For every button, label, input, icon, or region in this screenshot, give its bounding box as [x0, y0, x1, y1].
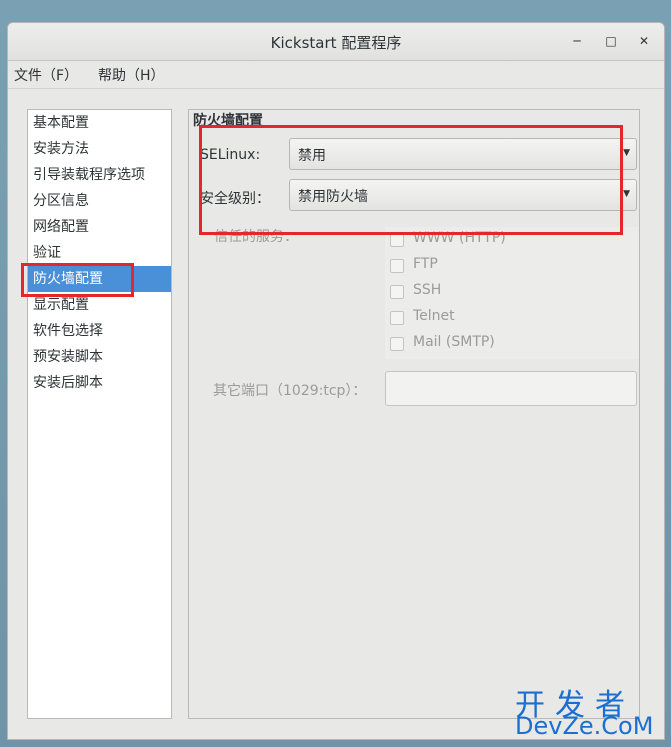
- other-ports-label: 其它端口（1029:tcp）：: [213, 383, 367, 399]
- sidebar-item-bootloader[interactable]: 引导装载程序选项: [28, 162, 171, 188]
- sidebar-item-basic[interactable]: 基本配置: [28, 110, 171, 136]
- kickstart-window: Kickstart 配置程序 ─ □ ✕ 文件（F） 帮助（H） 基本配置 安装…: [7, 22, 665, 740]
- close-icon[interactable]: ✕: [635, 32, 653, 50]
- sidebar-item-pre-script[interactable]: 预安装脚本: [28, 344, 171, 370]
- title-bar: Kickstart 配置程序 ─ □ ✕: [8, 23, 664, 61]
- sidebar-item-network[interactable]: 网络配置: [28, 214, 171, 240]
- service-label-ssh: SSH: [413, 282, 442, 298]
- sidebar-item-packages[interactable]: 软件包选择: [28, 318, 171, 344]
- chevron-down-icon: ▼: [623, 148, 630, 158]
- watermark-domain: DevZe.CoM: [515, 712, 654, 740]
- service-label-mail: Mail (SMTP): [413, 334, 495, 350]
- chevron-down-icon: ▼: [623, 189, 630, 199]
- maximize-icon[interactable]: □: [602, 32, 620, 50]
- checkbox-telnet[interactable]: [390, 311, 404, 325]
- checkbox-ftp[interactable]: [390, 259, 404, 273]
- checkbox-www[interactable]: [390, 233, 404, 247]
- minimize-icon[interactable]: ─: [568, 32, 586, 50]
- menu-file[interactable]: 文件（F）: [14, 65, 78, 85]
- window-title: Kickstart 配置程序: [270, 34, 402, 52]
- other-ports-input[interactable]: [385, 371, 637, 406]
- highlight-box-settings: [199, 125, 623, 235]
- checkbox-ssh[interactable]: [390, 285, 404, 299]
- category-list: 基本配置 安装方法 引导装载程序选项 分区信息 网络配置 验证 防火墙配置 显示…: [27, 109, 172, 719]
- sidebar-item-post-script[interactable]: 安装后脚本: [28, 370, 171, 396]
- service-label-telnet: Telnet: [413, 308, 455, 324]
- sidebar-item-partition[interactable]: 分区信息: [28, 188, 171, 214]
- trusted-services-list: WWW (HTTP) FTP SSH Telnet Mail (SMTP): [385, 227, 639, 359]
- service-label-ftp: FTP: [413, 256, 438, 272]
- menu-help[interactable]: 帮助（H）: [98, 65, 165, 85]
- sidebar-item-install-method[interactable]: 安装方法: [28, 136, 171, 162]
- highlight-box-sidebar: [21, 263, 134, 297]
- checkbox-mail[interactable]: [390, 337, 404, 351]
- menu-bar: 文件（F） 帮助（H）: [8, 61, 664, 89]
